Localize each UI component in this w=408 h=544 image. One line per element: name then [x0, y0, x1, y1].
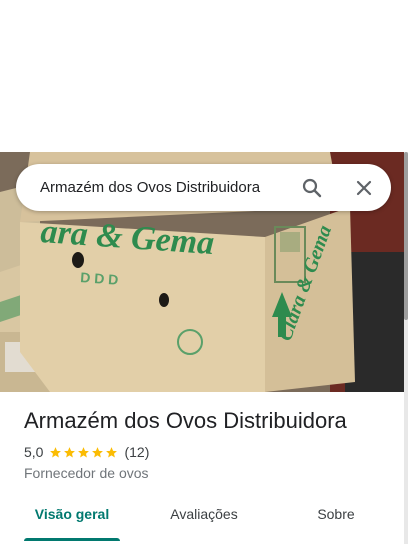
search-bar[interactable]: Armazém dos Ovos Distribuidora [16, 164, 391, 211]
star-icon [78, 446, 90, 457]
tab-overview[interactable]: Visão geral [24, 494, 120, 534]
search-button[interactable] [297, 173, 327, 203]
star-icon [106, 446, 118, 457]
tab-about[interactable]: Sobre [288, 494, 384, 534]
scrollbar-thumb[interactable] [404, 152, 408, 320]
star-icon [64, 446, 76, 457]
close-icon [356, 180, 372, 195]
search-icon [302, 178, 322, 197]
svg-text:D D D: D D D [80, 269, 119, 288]
tab-reviews[interactable]: Avaliações [156, 494, 252, 534]
tab-bar: Visão geral Avaliações Sobre [0, 494, 404, 544]
close-button[interactable] [349, 173, 379, 203]
search-query[interactable]: Armazém dos Ovos Distribuidora [40, 179, 297, 196]
rating-value: 5,0 [24, 444, 44, 460]
star-icon [92, 446, 104, 457]
review-count[interactable]: (12) [124, 444, 149, 460]
active-tab-indicator [24, 538, 120, 541]
place-category[interactable]: Fornecedor de ovos [24, 465, 149, 481]
star-icon [50, 446, 62, 457]
rating-row[interactable]: 5,0 (12) [24, 444, 149, 460]
place-title: Armazém dos Ovos Distribuidora [24, 408, 347, 433]
rating-stars [49, 446, 119, 459]
